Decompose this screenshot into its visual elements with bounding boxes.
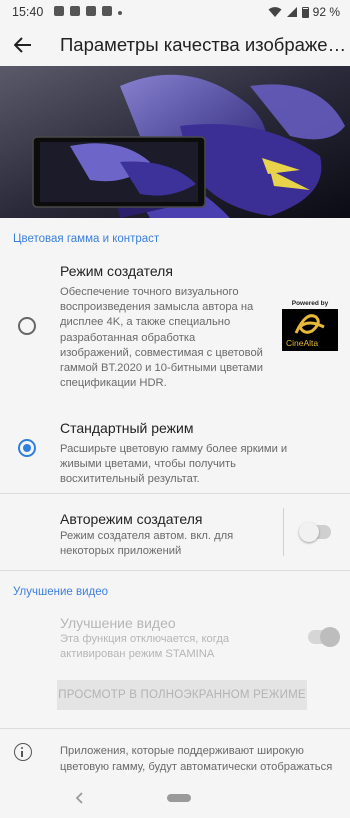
toggle-knob <box>299 522 319 542</box>
section-header-video-enhancement: Улучшение видео <box>13 586 109 598</box>
divider <box>0 570 350 571</box>
back-button[interactable] <box>10 32 36 58</box>
hero-image <box>0 66 350 218</box>
creator-mode-title: Режим создателя <box>60 263 173 279</box>
fullscreen-preview-button[interactable]: ПРОСМОТР В ПОЛНОЭКРАННОМ РЕЖИМЕ <box>57 680 307 710</box>
status-bar: 15:40 92 % <box>0 0 350 24</box>
notification-icons <box>54 6 122 16</box>
wifi-icon <box>268 7 282 17</box>
creator-mode-radio[interactable] <box>18 317 36 335</box>
signal-icon <box>286 7 297 17</box>
video-enhancement-description: Эта функция отключается, когда активиров… <box>60 633 230 661</box>
status-time: 15:40 <box>12 5 44 19</box>
video-enhancement-toggle[interactable] <box>308 627 340 647</box>
auto-creator-mode-title: Авторежим создателя <box>60 511 203 527</box>
battery-percent: 92 % <box>312 5 340 19</box>
navigation-bar <box>0 778 350 818</box>
nav-home-pill[interactable] <box>167 794 191 802</box>
creator-mode-description: Обеспечение точного визуального воспроиз… <box>60 286 263 390</box>
page-title: Параметры качества изображе… <box>60 34 347 55</box>
image-notification-icon <box>54 6 64 16</box>
info-icon <box>14 743 32 761</box>
nav-back-icon[interactable] <box>73 791 87 805</box>
powered-by-label: Powered by <box>291 300 329 307</box>
auto-creator-mode-description: Режим создателя автом. вкл. для некоторы… <box>60 530 234 558</box>
iris-flower-illustration <box>0 66 350 218</box>
play-store-notification-icon <box>102 6 112 16</box>
divider <box>0 728 350 729</box>
battery-icon <box>301 6 309 18</box>
divider <box>0 493 350 494</box>
arrow-back-icon <box>14 37 31 53</box>
auto-creator-mode-toggle[interactable] <box>299 522 331 542</box>
cinealta-badge: Powered by CineAlta <box>282 300 338 352</box>
standard-mode-title: Стандартный режим <box>60 420 194 436</box>
standard-mode-description: Расширьте цветовую гамму более яркими и … <box>60 443 288 486</box>
section-header-color-gamut: Цветовая гамма и контраст <box>13 233 160 245</box>
more-notifications-dot-icon <box>118 10 122 15</box>
standard-mode-radio[interactable] <box>18 439 36 457</box>
app-bar: Параметры качества изображе… <box>0 24 350 66</box>
info-text: Приложения, которые поддерживают широкую… <box>60 745 333 778</box>
vertical-divider <box>283 508 284 556</box>
settings-notification-icon <box>70 6 80 16</box>
toggle-knob <box>320 627 340 647</box>
cinealta-logo: CineAlta <box>282 309 338 351</box>
cinealta-swoosh-icon <box>294 314 325 334</box>
video-enhancement-title: Улучшение видео <box>60 615 176 631</box>
cinealta-brand-label: CineAlta <box>286 338 319 348</box>
clipboard-notification-icon <box>86 6 96 16</box>
